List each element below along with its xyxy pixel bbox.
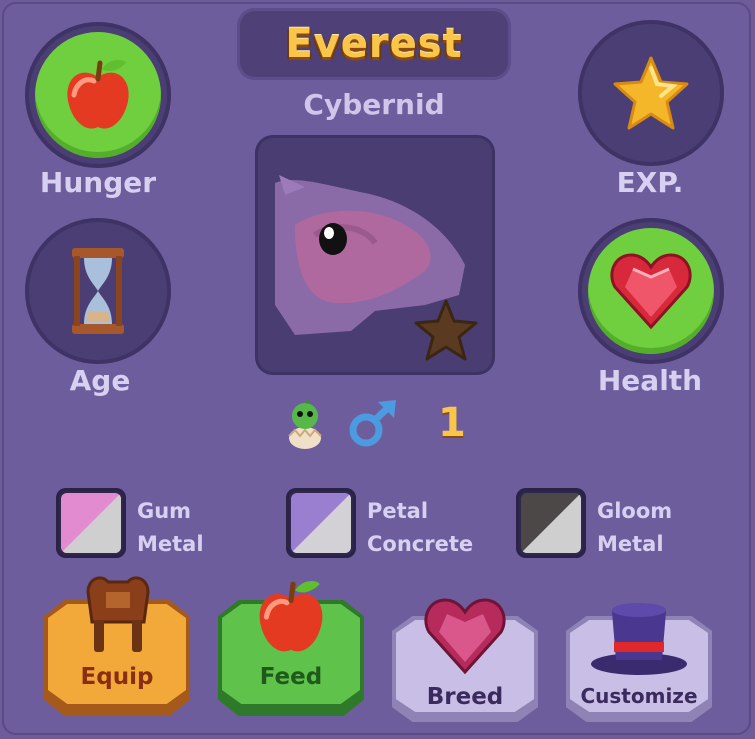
health-label: Health	[597, 364, 703, 397]
pet-portrait	[255, 135, 495, 375]
pet-name-plate: Everest	[237, 8, 511, 80]
heart-gem-icon	[424, 598, 506, 675]
exp-stat-button[interactable]	[578, 20, 724, 166]
color-1-name-line2: Metal	[137, 532, 204, 556]
color-3-name-line2: Metal	[597, 532, 664, 556]
hunger-stat-button[interactable]	[25, 22, 171, 168]
saddle-icon	[86, 576, 150, 652]
customize-label: Customize	[580, 684, 698, 708]
male-symbol-icon	[349, 400, 396, 447]
hatchling-egg-icon	[288, 398, 322, 449]
pet-level: 1	[438, 400, 466, 446]
health-stat-button[interactable]	[578, 218, 724, 364]
breed-label: Breed	[426, 684, 504, 710]
bronze-star-icon	[414, 299, 478, 361]
color-swatch-1[interactable]	[56, 488, 126, 558]
apple-icon	[259, 581, 323, 652]
heart-gem-icon	[610, 253, 692, 330]
customize-button[interactable]: Customize	[566, 603, 712, 722]
age-label: Age	[69, 364, 131, 397]
color-2-name-line2: Concrete	[367, 532, 474, 556]
color-swatch-2[interactable]	[286, 488, 356, 558]
pet-name: Everest	[285, 21, 463, 67]
exp-label: EXP.	[616, 166, 684, 199]
color-3-name-line1: Gloom	[597, 499, 673, 523]
feed-button[interactable]: Feed	[218, 581, 364, 716]
equip-button[interactable]: Equip	[44, 576, 190, 716]
top-hat-icon	[591, 603, 687, 675]
color-1-name-line1: Gum	[137, 499, 192, 523]
apple-icon	[67, 59, 129, 129]
pet-species: Cybernid	[303, 88, 445, 121]
equip-label: Equip	[80, 664, 154, 690]
age-stat-button[interactable]	[25, 218, 171, 364]
hunger-label: Hunger	[39, 166, 157, 199]
color-swatch-3[interactable]	[516, 488, 586, 558]
hourglass-icon	[72, 248, 124, 334]
star-icon	[613, 56, 689, 130]
color-2-name-line1: Petal	[367, 499, 429, 523]
breed-button[interactable]: Breed	[392, 598, 538, 722]
feed-label: Feed	[259, 664, 323, 690]
